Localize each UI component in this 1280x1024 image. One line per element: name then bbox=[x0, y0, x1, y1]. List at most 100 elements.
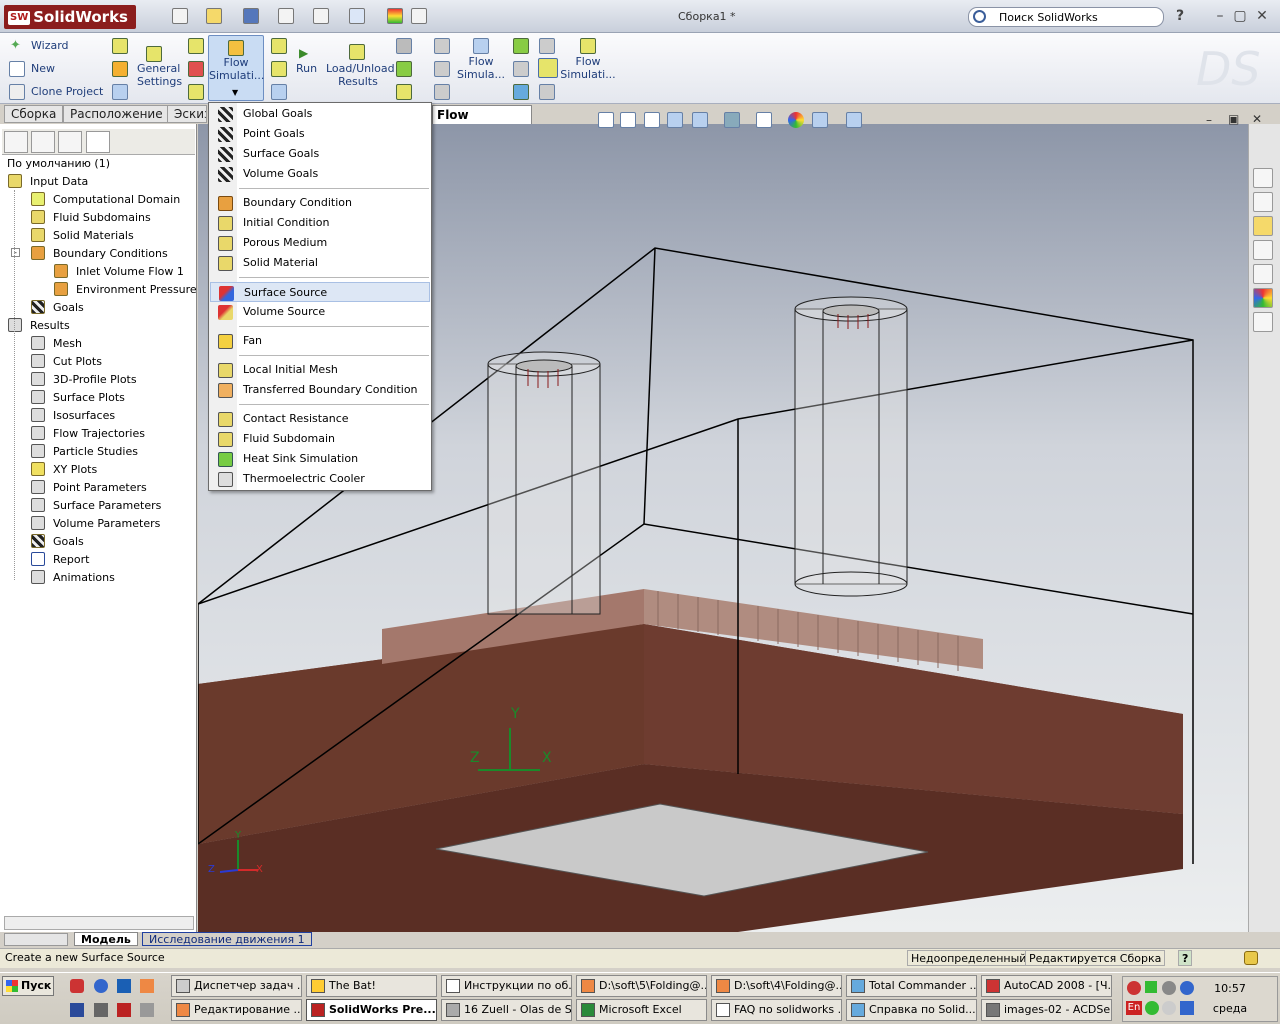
appearance-icon[interactable] bbox=[788, 112, 804, 128]
taskbar-autocad[interactable]: AutoCAD 2008 - [Ч... bbox=[981, 975, 1112, 997]
minimize-button[interactable]: – bbox=[1212, 8, 1228, 24]
taskbar-instructions[interactable]: Инструкции по об... bbox=[441, 975, 572, 997]
taskbar-excel[interactable]: Microsoft Excel bbox=[576, 999, 707, 1021]
tray-network-icon[interactable] bbox=[1162, 981, 1176, 995]
previous-view-icon[interactable] bbox=[644, 112, 660, 128]
run-button[interactable]: Run bbox=[296, 62, 317, 75]
taskbar-the-bat[interactable]: The Bat! bbox=[306, 975, 437, 997]
tree-isosurfaces[interactable]: Isosurfaces bbox=[53, 409, 115, 422]
tab-scroll-arrows[interactable] bbox=[4, 933, 68, 946]
flow-simulation-2-button[interactable]: Flow Simula... bbox=[454, 55, 508, 81]
ribbon-small-icon-15[interactable] bbox=[434, 84, 450, 100]
quicklaunch-icon-2[interactable] bbox=[94, 979, 108, 993]
tree-root[interactable]: По умолчанию (1) bbox=[7, 157, 110, 170]
taskbar-music-player[interactable]: 16 Zuell - Olas de S... bbox=[441, 999, 572, 1021]
taskbar-folding-5[interactable]: D:\soft\5\Folding@... bbox=[576, 975, 707, 997]
tab-model[interactable]: Модель bbox=[74, 932, 138, 946]
ribbon-small-icon-18[interactable] bbox=[513, 84, 529, 100]
wizard-button[interactable]: Wizard bbox=[31, 39, 69, 52]
taskbar-folding-4[interactable]: D:\soft\4\Folding@... bbox=[711, 975, 842, 997]
tab-assembly[interactable]: Сборка bbox=[4, 105, 64, 123]
tree-particle-studies[interactable]: Particle Studies bbox=[53, 445, 138, 458]
feature-manager-tab[interactable] bbox=[4, 131, 28, 153]
help-button[interactable]: ? bbox=[1172, 8, 1188, 24]
tree-point-parameters[interactable]: Point Parameters bbox=[53, 481, 147, 494]
tree-computational-domain[interactable]: Computational Domain bbox=[53, 193, 180, 206]
design-library-icon[interactable] bbox=[1253, 192, 1273, 212]
close-button[interactable]: ✕ bbox=[1254, 8, 1270, 24]
tree-report[interactable]: Report bbox=[53, 553, 89, 566]
tab-layout[interactable]: Расположение bbox=[63, 105, 170, 123]
ribbon-small-icon-9[interactable] bbox=[271, 84, 287, 100]
menu-item-thermoelectric-cooler[interactable]: Thermoelectric Cooler bbox=[210, 469, 430, 489]
tray-status-icon[interactable] bbox=[1145, 981, 1157, 993]
ribbon-small-icon-16[interactable] bbox=[513, 38, 529, 54]
menu-item-point-goals[interactable]: Point Goals bbox=[210, 124, 430, 144]
collapse-icon[interactable]: - bbox=[11, 248, 20, 257]
tree-fluid-subdomains[interactable]: Fluid Subdomains bbox=[53, 211, 151, 224]
menu-item-surface-goals[interactable]: Surface Goals bbox=[210, 144, 430, 164]
tree-environment-pressure[interactable]: Environment Pressure 1 bbox=[76, 283, 207, 296]
quicklaunch-icon-4[interactable] bbox=[140, 979, 154, 993]
ribbon-small-icon-3[interactable] bbox=[112, 84, 128, 100]
ribbon-small-icon-5[interactable] bbox=[188, 61, 204, 77]
ribbon-small-icon-10[interactable] bbox=[396, 38, 412, 54]
ribbon-small-icon-21[interactable] bbox=[539, 84, 555, 100]
view-settings-icon[interactable] bbox=[846, 112, 862, 128]
start-button[interactable]: Пуск bbox=[2, 976, 54, 996]
menu-item-fan[interactable]: Fan bbox=[210, 331, 430, 351]
menu-item-transferred-boundary-condition[interactable]: Transferred Boundary Condition bbox=[210, 380, 430, 400]
flow-analysis-tree-tab[interactable] bbox=[86, 131, 110, 153]
ribbon-small-icon-4[interactable] bbox=[188, 38, 204, 54]
ribbon-small-icon-12[interactable] bbox=[396, 84, 412, 100]
save-icon[interactable] bbox=[243, 8, 259, 24]
viewport-minimize-icon[interactable]: – bbox=[1206, 113, 1212, 127]
tree-cut-plots[interactable]: Cut Plots bbox=[53, 355, 102, 368]
options-icon[interactable] bbox=[411, 8, 427, 24]
viewport-restore-icon[interactable]: ▣ bbox=[1228, 112, 1239, 126]
new-project-button[interactable]: New bbox=[31, 62, 55, 75]
taskbar-acdsee[interactable]: images-02 - ACDSe... bbox=[981, 999, 1112, 1021]
quicklaunch-icon-7[interactable] bbox=[117, 1003, 131, 1017]
menu-item-solid-material[interactable]: Solid Material bbox=[210, 253, 430, 273]
ribbon-small-icon-11[interactable] bbox=[396, 61, 412, 77]
menu-item-porous-medium[interactable]: Porous Medium bbox=[210, 233, 430, 253]
menu-item-surface-source[interactable]: Surface Source bbox=[210, 282, 430, 302]
ribbon-small-icon-17[interactable] bbox=[513, 61, 529, 77]
tray-icon-gray[interactable] bbox=[1162, 1001, 1176, 1015]
tab-sketch[interactable]: Эскиз bbox=[167, 105, 207, 123]
taskbar-help[interactable]: Справка по Solid... bbox=[846, 999, 977, 1021]
quicklaunch-icon-3[interactable] bbox=[117, 979, 131, 993]
flow-simulation-3-button[interactable]: Flow Simulati... bbox=[560, 55, 616, 81]
ribbon-small-icon-13[interactable] bbox=[434, 38, 450, 54]
tree-volume-parameters[interactable]: Volume Parameters bbox=[53, 517, 160, 530]
tree-results[interactable]: Results bbox=[30, 319, 70, 332]
menu-item-contact-resistance[interactable]: Contact Resistance bbox=[210, 409, 430, 429]
tree-input-data[interactable]: Input Data bbox=[30, 175, 88, 188]
menu-item-local-initial-mesh[interactable]: Local Initial Mesh bbox=[210, 360, 430, 380]
tray-antivirus-icon[interactable] bbox=[1127, 981, 1141, 995]
tree-xy-plots[interactable]: XY Plots bbox=[53, 463, 97, 476]
file-explorer-icon[interactable] bbox=[1253, 216, 1273, 236]
search-box[interactable]: Поиск SolidWorks bbox=[968, 7, 1164, 27]
tree-solid-materials[interactable]: Solid Materials bbox=[53, 229, 134, 242]
quicklaunch-icon-6[interactable] bbox=[94, 1003, 108, 1017]
menu-item-global-goals[interactable]: Global Goals bbox=[210, 104, 430, 124]
solidworks-logo[interactable]: SW SolidWorks bbox=[4, 5, 136, 29]
view-palette-icon[interactable] bbox=[1253, 264, 1273, 284]
flow-simulation-dropdown-button[interactable]: Flow Simulati... ▼ bbox=[208, 35, 264, 101]
tree-surface-plots[interactable]: Surface Plots bbox=[53, 391, 125, 404]
home-icon[interactable] bbox=[1253, 168, 1273, 188]
zoom-area-icon[interactable] bbox=[620, 112, 636, 128]
tray-icon-green[interactable] bbox=[1145, 1001, 1159, 1015]
menu-item-volume-source[interactable]: Volume Source bbox=[210, 302, 430, 322]
tab-motion-study[interactable]: Исследование движения 1 bbox=[142, 932, 312, 946]
tree-inlet-volume-flow[interactable]: Inlet Volume Flow 1 bbox=[76, 265, 184, 278]
hide-show-icon[interactable] bbox=[756, 112, 772, 128]
tree-3d-profile-plots[interactable]: 3D-Profile Plots bbox=[53, 373, 137, 386]
taskbar-faq[interactable]: FAQ по solidworks ... bbox=[711, 999, 842, 1021]
section-view-icon[interactable] bbox=[667, 112, 683, 128]
tree-mesh[interactable]: Mesh bbox=[53, 337, 82, 350]
menu-item-boundary-condition[interactable]: Boundary Condition bbox=[210, 193, 430, 213]
print-icon[interactable] bbox=[278, 8, 294, 24]
